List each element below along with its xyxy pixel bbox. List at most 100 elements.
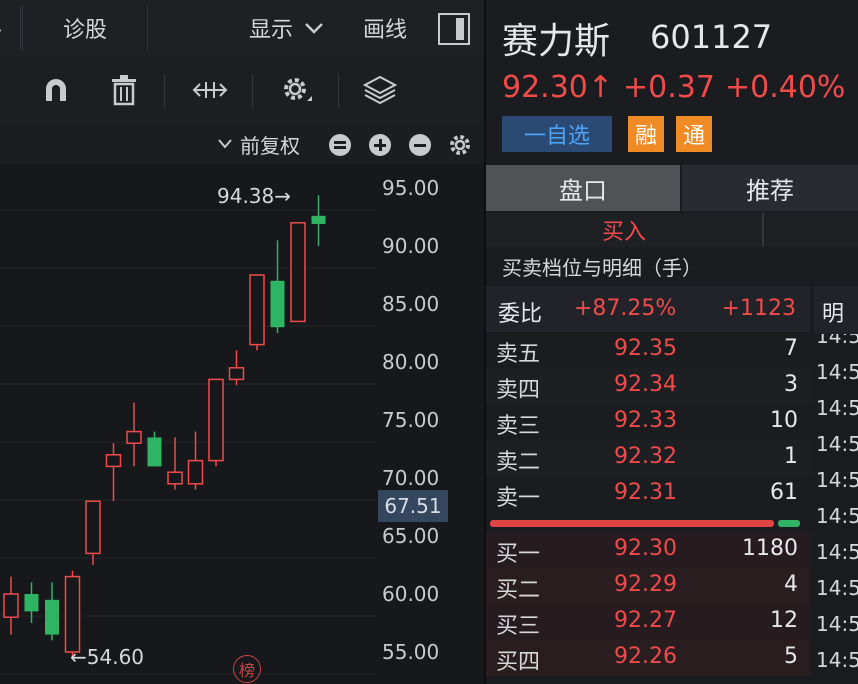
candle-body: [290, 222, 306, 323]
order-level-label: 卖三: [496, 414, 541, 439]
trash-icon[interactable]: [102, 70, 146, 110]
candle: [3, 576, 19, 635]
order-price: 92.26: [614, 644, 677, 669]
ask-row[interactable]: 卖二 92.32 1: [486, 440, 810, 476]
price-axis-label: 80.00: [382, 350, 440, 374]
candle: [64, 570, 81, 657]
tab-partial[interactable]: 4: [0, 6, 21, 50]
layers-icon[interactable]: [358, 70, 402, 110]
order-ratio-row: 委比 +87.25% +1123: [486, 286, 810, 334]
price-adjust-label: 前复权: [240, 133, 300, 158]
order-price: 92.27: [614, 608, 677, 633]
draw-tool-label: 画线: [362, 18, 407, 43]
gear-icon[interactable]: [274, 70, 318, 110]
order-volume: 4: [784, 572, 798, 597]
draw-tool-button[interactable]: 画线: [352, 6, 418, 50]
price-axis-label: 75.00: [382, 408, 440, 432]
order-level-label: 卖二: [496, 450, 541, 475]
price-adjust-dropdown[interactable]: 前复权: [216, 130, 300, 158]
candle-body: [24, 594, 39, 612]
price-change: +0.37: [623, 70, 715, 105]
trade-detail-time: 14:5: [816, 360, 858, 384]
buy-tab[interactable]: 买入: [486, 213, 764, 247]
order-volume: 61: [770, 480, 798, 505]
zoom-out-icon[interactable]: [409, 134, 431, 156]
candle: [105, 443, 122, 502]
candle-body: [167, 471, 183, 485]
candle-body: [45, 599, 59, 635]
candle-body: [147, 437, 162, 467]
ask-row[interactable]: 卖一 92.31 61: [486, 476, 810, 512]
candle: [311, 195, 326, 246]
connect-badge[interactable]: 通: [676, 116, 712, 152]
chart-toolbar: [0, 56, 484, 125]
order-level-label: 卖五: [496, 342, 541, 367]
trade-detail-time: 14:5: [816, 612, 858, 636]
zoom-in-icon[interactable]: [369, 134, 391, 156]
panel-tabs: 盘口 推荐: [486, 165, 858, 211]
candle-body: [105, 454, 122, 468]
move-horizontal-icon[interactable]: [188, 70, 232, 110]
ratio-difference: +1123: [721, 296, 796, 321]
trade-detail-time: 14:5: [816, 648, 858, 672]
tab-diagnosis-label: 诊股: [62, 18, 107, 43]
bid-row[interactable]: 买三 92.27 12: [486, 604, 810, 640]
display-dropdown[interactable]: 显示: [240, 6, 334, 50]
candle: [126, 402, 142, 467]
price-axis-label: 85.00: [382, 292, 440, 316]
order-level-label: 买三: [496, 614, 541, 639]
side-panel-toggle-icon[interactable]: [438, 13, 470, 45]
chevron-down-icon: [218, 139, 232, 149]
chart-top-bar: 4 诊股 显示 画线: [0, 0, 484, 57]
detail-header-label: 明细: [822, 302, 845, 327]
order-volume: 3: [784, 372, 798, 397]
price-axis-label: 55.00: [382, 640, 440, 664]
magnet-icon[interactable]: [34, 70, 78, 110]
trade-detail-time: 14:5: [816, 396, 858, 420]
candle-body: [187, 459, 204, 485]
bid-row[interactable]: 买一 92.30 1180: [486, 532, 810, 568]
candle-body: [85, 500, 101, 555]
order-price: 92.31: [614, 480, 677, 505]
candle-body: [208, 378, 224, 462]
order-price: 92.35: [614, 336, 677, 361]
chart-settings-icon[interactable]: [447, 132, 473, 162]
order-level-label: 买四: [496, 650, 541, 675]
candle-body: [249, 274, 265, 346]
tab-tuijian[interactable]: 推荐: [682, 165, 858, 211]
bid-row[interactable]: 买四 92.26 5: [486, 640, 810, 676]
tab-diagnosis[interactable]: 诊股: [22, 6, 148, 50]
order-volume: 7: [784, 336, 798, 361]
chevron-down-icon: [305, 23, 323, 34]
bid-row[interactable]: 买二 92.29 4: [486, 568, 810, 604]
order-level-label: 买二: [496, 578, 541, 603]
tab-pankou[interactable]: 盘口: [486, 165, 680, 211]
order-level-label: 卖一: [496, 486, 541, 511]
add-watchlist-button[interactable]: 一自选: [502, 116, 612, 152]
current-price-marker: 67.51: [378, 490, 448, 522]
ask-row[interactable]: 卖三 92.33 10: [486, 404, 810, 440]
trade-detail-time: 14:5: [816, 334, 858, 348]
trade-detail-time: 14:5: [816, 504, 858, 528]
rank-badge-icon[interactable]: 榜: [233, 655, 261, 683]
order-level-label: 卖四: [496, 378, 541, 403]
candle: [24, 582, 39, 623]
trade-sub-tabs: 买入: [486, 213, 858, 247]
trade-detail-time: 14:5: [816, 432, 858, 456]
ask-row[interactable]: 卖四 92.34 3: [486, 368, 810, 404]
toolbar-divider: [164, 74, 165, 108]
collapse-icon[interactable]: [329, 134, 351, 156]
candle: [270, 240, 285, 333]
margin-badge[interactable]: 融: [628, 116, 664, 152]
ask-row[interactable]: 卖五 92.35 7: [486, 332, 810, 368]
price-axis-label: 60.00: [382, 582, 440, 606]
detail-header[interactable]: 明细: [814, 286, 858, 334]
candlestick-chart[interactable]: [0, 164, 376, 684]
ratio-percent: +87.25%: [574, 296, 677, 321]
toolbar-divider: [338, 74, 339, 108]
sell-pressure-bar: [490, 520, 774, 527]
order-price: 92.34: [614, 372, 677, 397]
stock-code: 601127: [650, 18, 773, 56]
display-dropdown-label: 显示: [248, 18, 293, 43]
price-change-pct: +0.40%: [724, 70, 846, 105]
